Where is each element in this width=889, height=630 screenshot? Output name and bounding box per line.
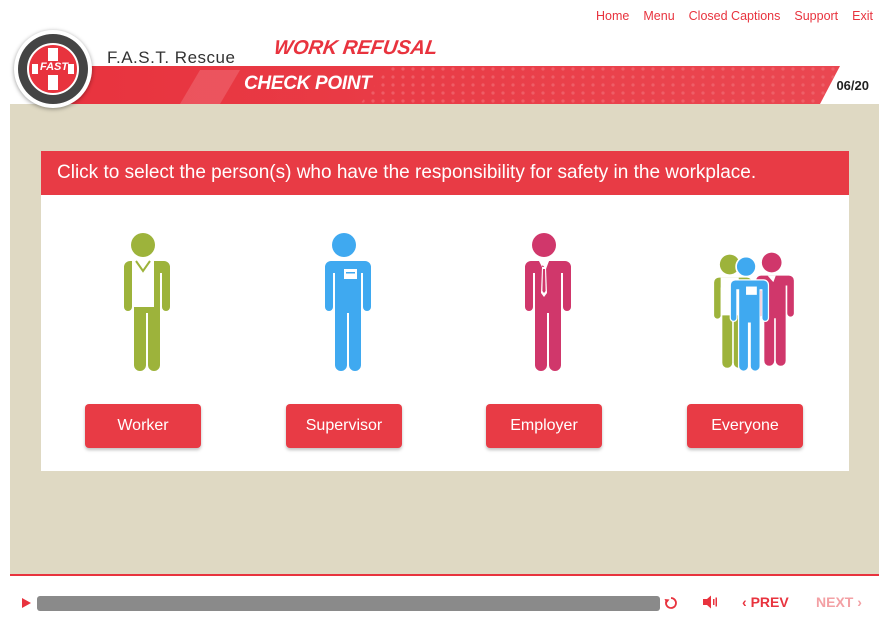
worker-icon bbox=[122, 233, 170, 371]
everyone-button[interactable]: Everyone bbox=[687, 404, 803, 448]
volume-icon[interactable] bbox=[702, 594, 718, 610]
fast-logo: FAST bbox=[14, 30, 92, 108]
question-card: Click to select the person(s) who have t… bbox=[41, 151, 849, 471]
top-nav: Home Menu Closed Captions Support Exit bbox=[596, 0, 873, 32]
nav-exit-link[interactable]: Exit bbox=[852, 9, 873, 23]
nav-support-link[interactable]: Support bbox=[794, 9, 838, 23]
replay-icon[interactable] bbox=[663, 595, 679, 611]
nav-closed-captions-link[interactable]: Closed Captions bbox=[689, 9, 781, 23]
logo-text: FAST bbox=[40, 61, 69, 73]
section-banner bbox=[60, 66, 840, 104]
nav-menu-link[interactable]: Menu bbox=[643, 9, 674, 23]
player-controls: ‹ PREV NEXT › bbox=[10, 576, 879, 630]
nav-home-link[interactable]: Home bbox=[596, 9, 629, 23]
next-label: NEXT bbox=[816, 594, 854, 610]
next-button[interactable]: NEXT › bbox=[816, 594, 862, 610]
page-counter: 06/20 bbox=[836, 78, 869, 93]
brand-name: F.A.S.T. Rescue bbox=[107, 48, 236, 67]
question-prompt: Click to select the person(s) who have t… bbox=[41, 151, 849, 195]
prev-button[interactable]: ‹ PREV bbox=[742, 594, 789, 610]
choice-supervisor: Supervisor bbox=[274, 231, 414, 448]
employer-icon bbox=[523, 233, 571, 371]
choice-employer: Employer bbox=[474, 231, 614, 448]
chevron-right-icon: › bbox=[857, 594, 862, 610]
course-player: Home Menu Closed Captions Support Exit F… bbox=[0, 0, 889, 630]
choice-everyone: Everyone bbox=[675, 231, 815, 448]
employer-button[interactable]: Employer bbox=[486, 404, 602, 448]
group-icon bbox=[712, 252, 794, 371]
module-title: WORK REFUSAL bbox=[272, 37, 439, 59]
supervisor-button[interactable]: Supervisor bbox=[286, 404, 402, 448]
choice-worker: Worker bbox=[73, 231, 213, 448]
worker-button[interactable]: Worker bbox=[85, 404, 201, 448]
section-title: CHECK POINT bbox=[244, 73, 372, 94]
supervisor-icon bbox=[323, 233, 371, 371]
play-icon[interactable] bbox=[19, 596, 33, 610]
progress-bar[interactable] bbox=[37, 596, 660, 611]
chevron-left-icon: ‹ bbox=[742, 594, 747, 610]
prev-label: PREV bbox=[750, 594, 789, 610]
